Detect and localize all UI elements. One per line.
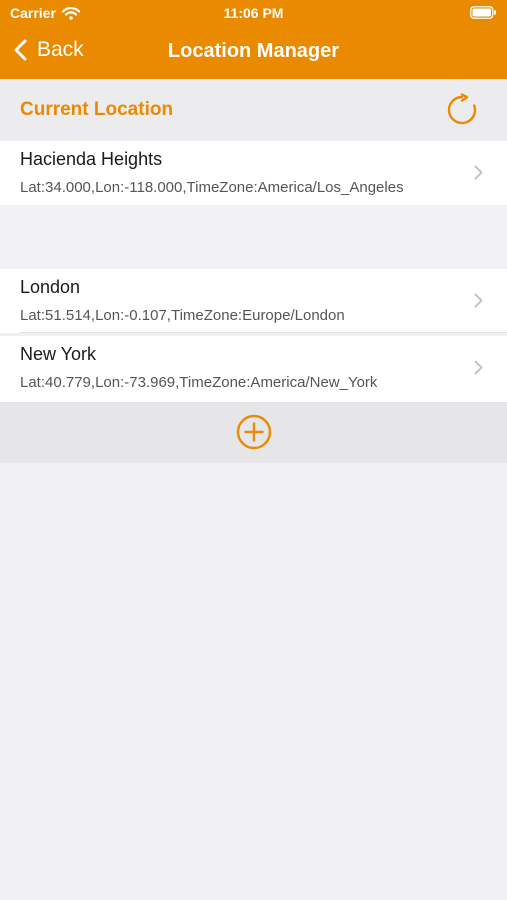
location-row-london[interactable]: London Lat:51.514,Lon:-0.107,TimeZone:Eu… <box>0 269 507 333</box>
location-details: Lat:51.514,Lon:-0.107,TimeZone:Europe/Lo… <box>20 307 345 324</box>
current-location-header: Current Location <box>0 79 507 141</box>
page-title: Location Manager <box>167 40 340 62</box>
location-details: Lat:40.779,Lon:-73.969,TimeZone:America/… <box>20 374 378 391</box>
status-time: 11:06 PM <box>223 5 284 21</box>
row-divider <box>20 332 507 333</box>
add-location-footer <box>0 402 507 463</box>
status-bar: Carrier 11:06 PM <box>0 0 507 28</box>
chevron-right-icon <box>474 293 483 308</box>
battery-icon <box>470 6 496 19</box>
location-name: Hacienda Heights <box>20 149 163 169</box>
location-details: Lat:34.000,Lon:-118.000,TimeZone:America… <box>20 179 404 196</box>
chevron-right-icon <box>474 360 483 375</box>
navigation-header: Carrier 11:06 PM Back Location Manager <box>0 0 507 79</box>
plus-circle-icon[interactable] <box>236 414 272 450</box>
nav-bar: Back Location Manager <box>0 28 507 79</box>
location-name: New York <box>20 344 97 364</box>
refresh-icon[interactable] <box>445 93 479 127</box>
section-title: Current Location <box>20 99 174 120</box>
location-row-new-york[interactable]: New York Lat:40.779,Lon:-73.969,TimeZone… <box>0 336 507 402</box>
location-name: London <box>20 277 81 297</box>
current-location-row[interactable]: Hacienda Heights Lat:34.000,Lon:-118.000… <box>0 141 507 205</box>
section-spacer <box>0 206 507 269</box>
chevron-right-icon <box>474 165 483 180</box>
